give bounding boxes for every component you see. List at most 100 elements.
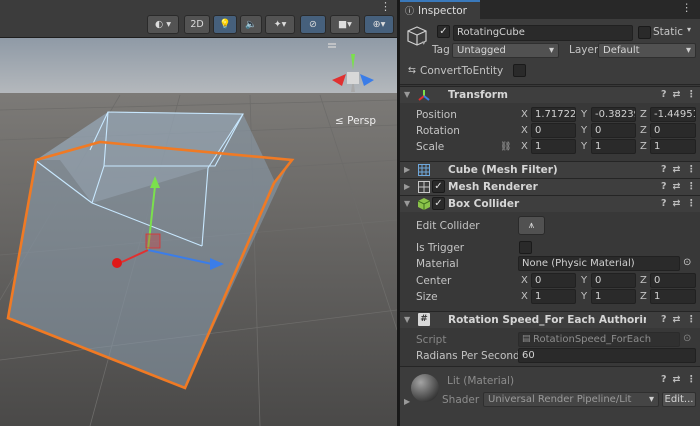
fold-arrow-icon[interactable]: ▶	[404, 397, 410, 406]
layer-dropdown[interactable]: Default	[598, 43, 696, 58]
shading-mode-button[interactable]: ◐ ▾	[147, 15, 179, 34]
hidden-objects-button[interactable]: ⊘	[300, 15, 326, 34]
active-checkbox[interactable]: ✓	[437, 25, 450, 38]
perspective-label[interactable]: ≤ Persp	[335, 115, 376, 127]
more-icon[interactable]: ⋮	[687, 181, 697, 192]
convert-to-entity-checkbox[interactable]	[513, 64, 526, 77]
fold-arrow-icon[interactable]: ▼	[404, 90, 410, 99]
convert-icon: ⇆	[408, 65, 416, 76]
z-axis-label: Z	[640, 291, 647, 302]
y-axis-label: Y	[581, 291, 588, 302]
transform-header[interactable]: ▼ Transform ? ⇄ ⋮	[400, 86, 700, 103]
presets-icon[interactable]: ⇄	[673, 164, 681, 175]
effects-button[interactable]: ✦▾	[265, 15, 295, 34]
size-x-field[interactable]: 1	[531, 289, 576, 304]
tag-dropdown[interactable]: Untagged	[452, 43, 559, 58]
rotation-speed-header[interactable]: ▼ # Rotation Speed_For Each Authoring (S…	[400, 311, 700, 328]
edit-collider-row: Edit Collider ⩚	[400, 216, 700, 236]
scale-label: Scale	[416, 140, 445, 153]
static-dropdown-icon[interactable]: ▾	[687, 25, 691, 34]
center-y-field[interactable]: 0	[591, 273, 636, 288]
camera-settings-button[interactable]: ■▾	[330, 15, 360, 34]
rotation-x-field[interactable]: 0	[531, 123, 576, 138]
radians-row: Radians Per Second 60	[400, 347, 700, 364]
more-icon[interactable]: ⋮	[687, 164, 697, 175]
position-x-field[interactable]: 1.717225	[531, 107, 576, 122]
shading-mode-icon: ◐ ▾	[154, 19, 172, 30]
help-icon[interactable]: ?	[661, 89, 667, 100]
material-preview-icon	[411, 374, 439, 402]
help-icon[interactable]: ?	[661, 198, 667, 209]
more-icon[interactable]: ⋮	[687, 198, 697, 209]
static-checkbox[interactable]	[638, 26, 651, 39]
shader-dropdown[interactable]: Universal Render Pipeline/Lit	[483, 392, 659, 407]
fold-arrow-icon[interactable]: ▼	[404, 315, 410, 324]
center-x-field[interactable]: 0	[531, 273, 576, 288]
position-z-field[interactable]: -1.44951	[650, 107, 696, 122]
scale-y-field[interactable]: 1	[591, 139, 636, 154]
help-icon[interactable]: ?	[661, 374, 667, 385]
fold-arrow-icon[interactable]: ▶	[404, 182, 410, 191]
object-header: ▾ ✓ RotatingCube Static ▾ Tag Untagged L…	[400, 19, 700, 85]
scale-x-field[interactable]: 1	[531, 139, 576, 154]
edit-shader-button[interactable]: Edit...	[662, 392, 696, 407]
presets-icon[interactable]: ⇄	[673, 89, 681, 100]
more-icon[interactable]: ⋮	[687, 89, 697, 100]
inspector-tab[interactable]: ⓘ Inspector	[400, 0, 480, 19]
material-label: Material	[416, 257, 459, 270]
more-icon[interactable]: ⋮	[687, 374, 697, 385]
presets-icon[interactable]: ⇄	[673, 181, 681, 192]
help-icon[interactable]: ?	[661, 164, 667, 175]
radians-per-second-field[interactable]: 60	[518, 348, 696, 363]
object-name-field[interactable]: RotatingCube	[453, 25, 633, 41]
constrain-proportions-icon[interactable]: ⛓	[500, 142, 511, 152]
x-axis-label: X	[521, 291, 528, 302]
audio-toggle-button[interactable]: 🔈	[240, 15, 262, 34]
object-picker-icon[interactable]: ⊙	[683, 257, 691, 268]
mesh-renderer-header[interactable]: ▶ ✓ Mesh Renderer ? ⇄ ⋮	[400, 178, 700, 195]
gizmos-button[interactable]: ⊕▾	[364, 15, 394, 34]
script-icon: #	[418, 313, 430, 326]
physic-material-field[interactable]: None (Physic Material)	[518, 256, 680, 271]
script-value: RotationSpeed_ForEach	[533, 334, 652, 345]
audio-icon: 🔈	[245, 19, 257, 30]
scale-z-field[interactable]: 1	[650, 139, 696, 154]
edit-collider-button[interactable]: ⩚	[518, 216, 545, 235]
fold-arrow-icon[interactable]: ▼	[404, 199, 410, 208]
toggle-2d-button[interactable]: 2D	[184, 15, 210, 34]
center-z-field[interactable]: 0	[650, 273, 696, 288]
fold-arrow-icon[interactable]: ▶	[404, 165, 410, 174]
presets-icon[interactable]: ⇄	[673, 374, 681, 385]
position-label: Position	[416, 108, 457, 121]
info-icon: ⓘ	[405, 7, 415, 17]
icon-dropdown-icon[interactable]: ▾	[422, 39, 426, 47]
presets-icon[interactable]: ⇄	[673, 198, 681, 209]
tab-menu-icon[interactable]: ⋮	[682, 2, 693, 14]
rotation-label: Rotation	[416, 124, 460, 137]
orientation-gizmo[interactable]	[322, 42, 382, 106]
is-trigger-checkbox[interactable]	[519, 241, 532, 254]
rotation-row: Rotation X 0 Y 0 Z 0	[400, 122, 700, 139]
rotation-y-field[interactable]: 0	[591, 123, 636, 138]
box-collider-header[interactable]: ▼ ✓ Box Collider ? ⇄ ⋮	[400, 195, 700, 212]
help-icon[interactable]: ?	[661, 314, 667, 325]
more-icon[interactable]: ⋮	[380, 0, 391, 13]
mesh-filter-header[interactable]: ▶ Cube (Mesh Filter) ? ⇄ ⋮	[400, 161, 700, 178]
rotation-z-field[interactable]: 0	[650, 123, 696, 138]
size-row: Size X 1 Y 1 Z 1	[400, 288, 700, 305]
is-trigger-row: Is Trigger	[400, 239, 700, 256]
presets-icon[interactable]: ⇄	[673, 314, 681, 325]
box-collider-icon	[418, 198, 430, 210]
mesh-filter-title: Cube (Mesh Filter)	[448, 164, 558, 176]
size-y-field[interactable]: 1	[591, 289, 636, 304]
scene-toolbar: ◐ ▾ 2D 💡 🔈 ✦▾ ⊘ ■▾ ⊕▾ ⋮	[0, 0, 397, 38]
mesh-renderer-enabled-checkbox[interactable]: ✓	[432, 180, 445, 193]
more-icon[interactable]: ⋮	[687, 314, 697, 325]
light-toggle-button[interactable]: 💡	[213, 15, 237, 34]
box-collider-enabled-checkbox[interactable]: ✓	[432, 197, 445, 210]
transform-title: Transform	[448, 89, 508, 101]
help-icon[interactable]: ?	[661, 181, 667, 192]
size-z-field[interactable]: 1	[650, 289, 696, 304]
scene-view[interactable]: ◐ ▾ 2D 💡 🔈 ✦▾ ⊘ ■▾ ⊕▾ ⋮ ≤ Persp	[0, 0, 397, 426]
position-y-field[interactable]: -0.38239	[591, 107, 636, 122]
